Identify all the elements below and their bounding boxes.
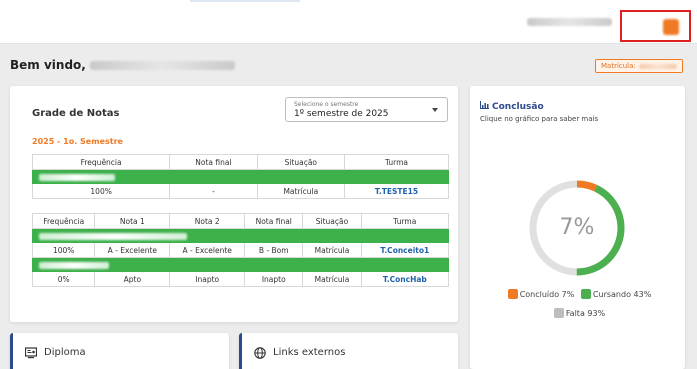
welcome-prefix: Bem vindo, <box>10 58 86 72</box>
cell-nota-2: A - Excelente <box>169 242 246 258</box>
conclusion-title-text: Conclusão <box>492 102 544 112</box>
legend-item-cursando[interactable]: Cursando 43% <box>577 289 651 299</box>
col-header: Situação <box>302 213 362 229</box>
donut-center-label: 7% <box>559 215 595 240</box>
bar-chart-icon <box>480 101 489 112</box>
diploma-card[interactable]: Diploma <box>10 333 229 369</box>
table-row: 0% Apto Inapto Inapto Matrícula T.ConcHa… <box>31 271 450 287</box>
course-name-redacted <box>39 173 115 181</box>
user-avatar[interactable] <box>663 19 679 35</box>
course-name-row <box>32 169 449 184</box>
matricula-label: Matrícula: <box>601 62 636 70</box>
cell-frequencia: 100% <box>31 183 171 199</box>
semester-select-value: 1º semestre de 2025 <box>294 109 389 119</box>
diploma-icon <box>24 347 38 359</box>
matricula-badge: Matrícula: <box>595 59 683 73</box>
matricula-value-redacted <box>638 63 677 69</box>
highlight-box <box>620 10 691 42</box>
diploma-label: Diploma <box>44 347 86 358</box>
welcome-text: Bem vindo, <box>10 58 235 72</box>
turma-link[interactable]: T.TESTE15 <box>375 187 418 196</box>
grades-card: Grade de Notas Selecione o semestre 1º s… <box>10 86 458 322</box>
col-header: Nota 2 <box>169 213 246 229</box>
col-header: Frequência <box>31 154 171 170</box>
legend-item-concluido[interactable]: Concluído 7% <box>504 289 574 299</box>
course-name-row <box>32 257 449 272</box>
conclusion-card: Conclusão Clique no gráfico para saber m… <box>470 86 685 369</box>
semester-select[interactable]: Selecione o semestre 1º semestre de 2025 <box>285 97 448 122</box>
legend-item-falta[interactable]: Falta 93% <box>550 308 605 318</box>
globe-icon <box>254 347 266 359</box>
conclusion-subtitle: Clique no gráfico para saber mais <box>480 115 599 123</box>
top-accent-line <box>190 0 300 2</box>
cell-situacao: Matrícula <box>302 271 362 287</box>
col-header: Turma <box>343 154 450 170</box>
links-card[interactable]: Links externos <box>239 333 458 369</box>
cell-frequencia: 100% <box>31 242 96 258</box>
course-name-redacted <box>39 232 187 240</box>
grades-title: Grade de Notas <box>32 108 120 119</box>
cell-nota-final: B - Bom <box>244 242 304 258</box>
course-name-row <box>32 228 449 243</box>
col-header: Nota final <box>169 154 258 170</box>
cell-frequencia: 0% <box>31 271 96 287</box>
cell-situacao: Matrícula <box>256 183 345 199</box>
table-row: 100% A - Excelente A - Excelente B - Bom… <box>31 242 450 258</box>
semester-select-label: Selecione o semestre <box>294 101 359 108</box>
chart-legend: Concluído 7% Cursando 43% Falta 93% <box>470 289 685 327</box>
top-bar <box>0 0 697 44</box>
cell-nota-final: - <box>169 183 258 199</box>
grades-table-2: Frequência Nota 1 Nota 2 Nota final Situ… <box>31 213 450 287</box>
cell-nota-1: Apto <box>94 271 171 287</box>
col-header: Turma <box>360 213 450 229</box>
cell-situacao: Matrícula <box>302 242 362 258</box>
cell-nota-1: A - Excelente <box>94 242 171 258</box>
course-name-redacted <box>39 261 109 269</box>
cell-nota-2: Inapto <box>169 271 246 287</box>
student-name-redacted <box>89 61 235 70</box>
user-name-redacted <box>527 18 612 26</box>
turma-link[interactable]: T.ConcHab <box>383 275 427 284</box>
semester-title: 2025 - 1o. Semestre <box>32 137 123 146</box>
col-header: Situação <box>256 154 345 170</box>
col-header: Nota 1 <box>94 213 171 229</box>
links-label: Links externos <box>273 347 346 358</box>
conclusion-title: Conclusão <box>480 101 544 112</box>
grades-table-1: Frequência Nota final Situação Turma 100… <box>31 154 450 199</box>
cell-nota-final: Inapto <box>244 271 304 287</box>
turma-link[interactable]: T.Conceito1 <box>380 246 429 255</box>
table-row: 100% - Matrícula T.TESTE15 <box>31 183 450 199</box>
col-header: Nota final <box>244 213 304 229</box>
chevron-down-icon <box>432 108 438 112</box>
col-header: Frequência <box>31 213 96 229</box>
